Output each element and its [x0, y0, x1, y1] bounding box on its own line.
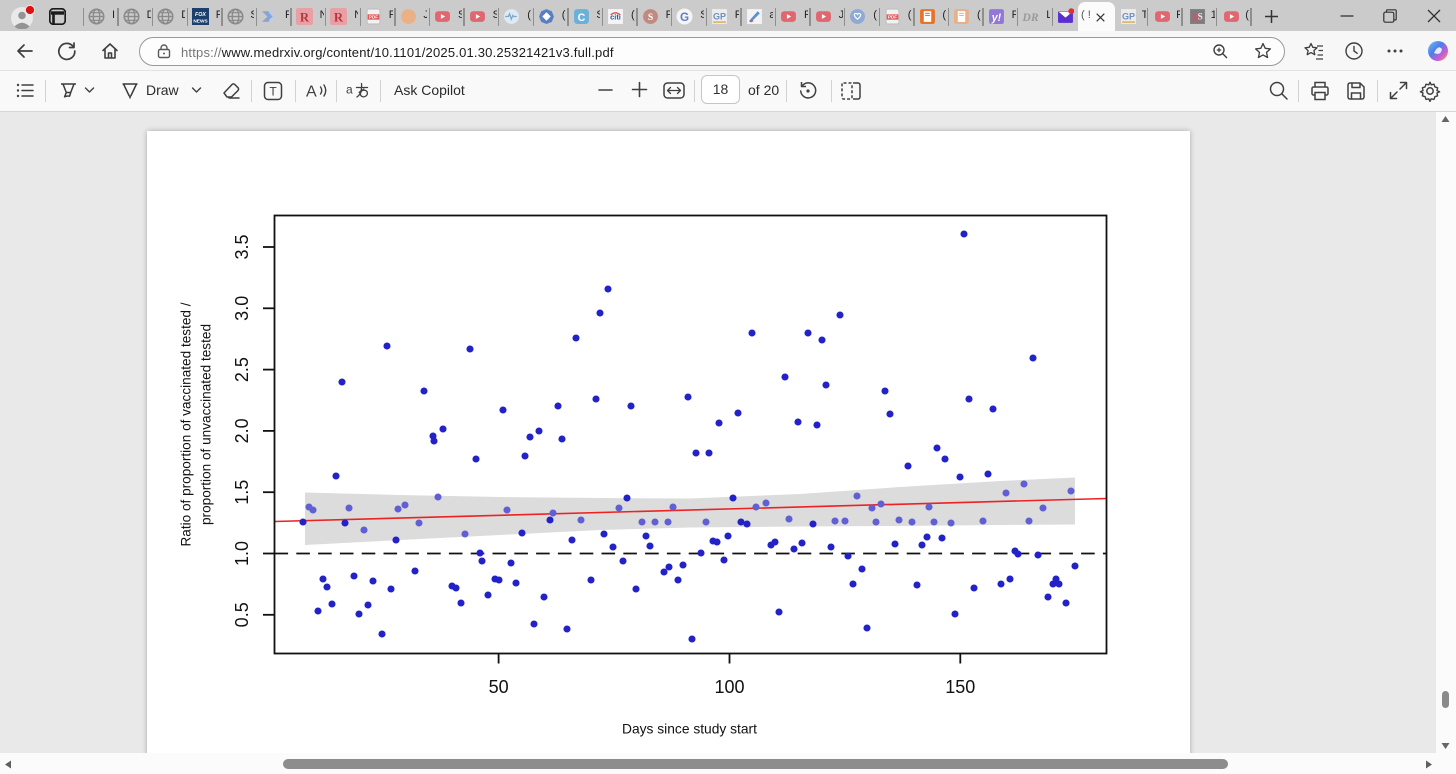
svg-text:a: a [346, 83, 353, 97]
svg-text:100: 100 [714, 677, 744, 697]
svg-text:1.5: 1.5 [232, 480, 252, 505]
svg-text:1.0: 1.0 [232, 541, 252, 566]
svg-text:R: R [334, 10, 344, 24]
svg-text:T: T [269, 85, 277, 99]
svg-text:2.0: 2.0 [232, 418, 252, 443]
svg-text:FOX: FOX [195, 12, 206, 18]
svg-text:NEWS: NEWS [193, 18, 207, 24]
svg-text:150: 150 [945, 677, 975, 697]
svg-text:PDF: PDF [369, 15, 378, 20]
svg-text:C: C [577, 12, 585, 24]
svg-text:50: 50 [489, 677, 509, 697]
svg-text:S: S [1197, 12, 1202, 23]
svg-text:R: R [300, 10, 310, 24]
svg-text:A: A [306, 84, 317, 101]
svg-text:G: G [680, 11, 689, 24]
svg-text:GP: GP [1121, 12, 1134, 22]
svg-text:0.5: 0.5 [232, 602, 252, 627]
svg-text:Ratio of proportion of vaccina: Ratio of proportion of vaccinated tested… [179, 302, 194, 546]
svg-text:2.5: 2.5 [232, 357, 252, 382]
svg-text:PDF: PDF [888, 15, 897, 20]
svg-text:y!: y! [991, 12, 1002, 24]
svg-text:3.5: 3.5 [232, 234, 252, 259]
svg-text:S: S [648, 12, 653, 23]
svg-text:DR: DR [1022, 11, 1039, 24]
svg-text:Days since study start: Days since study start [622, 722, 757, 737]
svg-text:GP: GP [713, 12, 726, 22]
svg-text:3.0: 3.0 [232, 296, 252, 321]
svg-text:proportion of unvaccinated tes: proportion of unvaccinated tested [199, 324, 214, 525]
